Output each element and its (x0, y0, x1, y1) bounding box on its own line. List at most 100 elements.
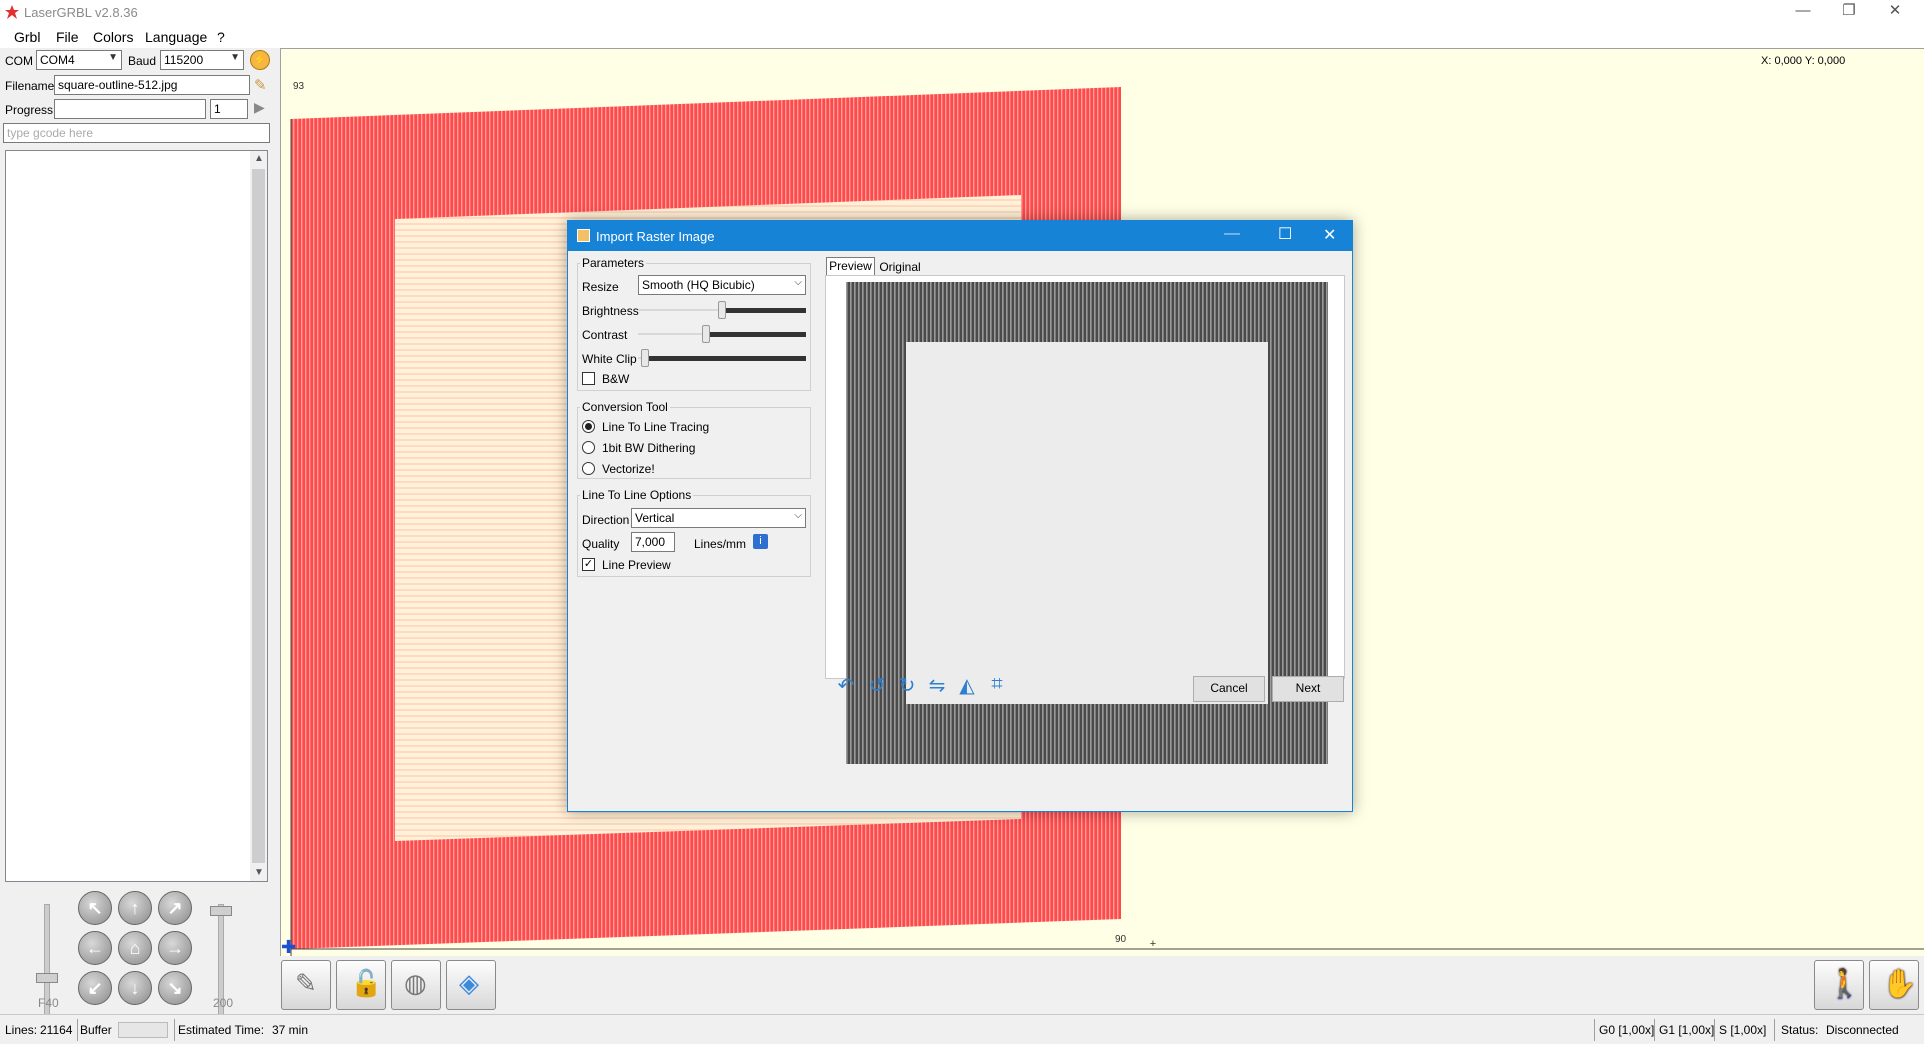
stop-hand-button[interactable]: ✋ (1869, 960, 1919, 1010)
dialog-maximize-button[interactable]: ☐ (1278, 224, 1292, 244)
chevron-down-icon: ⌵ (794, 277, 802, 288)
light-center (906, 342, 1268, 704)
menu-file[interactable]: File (56, 29, 79, 45)
whiteclip-label: White Clip (582, 352, 637, 366)
chevron-down-icon: ▼ (230, 52, 240, 63)
g0-override[interactable]: G0 [1,00x] (1599, 1023, 1654, 1037)
menu-help[interactable]: ? (217, 29, 225, 45)
bottom-toolbar: ✎ 🔓 ◍ ◈ 🚶 ✋ (280, 956, 1924, 1014)
cancel-button[interactable]: Cancel (1193, 676, 1265, 702)
baud-label: Baud (128, 54, 157, 68)
tab-original[interactable]: Original (877, 259, 923, 275)
chevron-down-icon: ⌵ (794, 510, 802, 521)
dialog-close-button[interactable]: ✕ (1323, 225, 1336, 245)
whiteclip-slider[interactable] (638, 348, 806, 368)
jog-nw-button[interactable]: ↖ (78, 891, 112, 925)
jog-sw-button[interactable]: ↙ (78, 971, 112, 1005)
walk-icon: 🚶 (1827, 968, 1862, 999)
bw-checkbox[interactable] (582, 372, 595, 385)
menu-grbl[interactable]: Grbl (14, 29, 40, 45)
rotate-cw-icon[interactable]: ↻ (894, 673, 920, 699)
com-port-select[interactable]: COM4 ▼ (36, 50, 122, 70)
left-panel: COM COM4 ▼ Baud 115200 ▼ ⚡ Filename square… (0, 48, 276, 1034)
jog-se-button[interactable]: ↘ (158, 971, 192, 1005)
globe-button[interactable]: ◍ (391, 960, 441, 1010)
scroll-up-icon[interactable]: ▲ (254, 153, 264, 164)
walk-button[interactable]: 🚶 (1814, 960, 1864, 1010)
laser-app-icon (5, 5, 19, 19)
unlock-button[interactable]: 🔓 (336, 960, 386, 1010)
play-icon[interactable]: ▶ (254, 99, 265, 116)
g1-override[interactable]: G1 [1,00x] (1659, 1023, 1714, 1037)
center-button[interactable]: ◈ (446, 960, 496, 1010)
loop-count-stepper[interactable]: 1 (210, 99, 248, 119)
menu-language[interactable]: Language (145, 29, 207, 45)
target-icon: ◈ (459, 968, 479, 998)
tab-preview[interactable]: Preview (826, 257, 875, 275)
laser-pen-button[interactable]: ✎ (281, 960, 331, 1010)
status-separator (174, 1019, 175, 1041)
speed-slider-thumb[interactable] (36, 973, 58, 983)
gcode-input[interactable]: type gcode here (3, 123, 270, 143)
contrast-slider[interactable] (638, 324, 806, 344)
globe-icon: ◍ (404, 968, 427, 998)
line-preview-label: Line Preview (602, 558, 671, 572)
status-separator (77, 1019, 78, 1041)
restore-button[interactable]: ❐ (1826, 0, 1872, 26)
status-separator (1654, 1019, 1655, 1041)
radio-line-to-line[interactable] (582, 420, 595, 433)
progress-bar (54, 99, 206, 119)
jog-n-button[interactable]: ↑ (118, 891, 152, 925)
quality-value: 7,000 (635, 535, 666, 549)
menu-colors[interactable]: Colors (93, 29, 133, 45)
coords-readout: X: 0,000 Y: 0,000 (1761, 55, 1846, 67)
baud-rate-select[interactable]: 115200 ▼ (160, 50, 244, 70)
jog-ne-button[interactable]: ↗ (158, 891, 192, 925)
filename-label: Filename (5, 79, 55, 93)
quality-label: Quality (582, 537, 620, 551)
filename-field[interactable]: square-outline-512.jpg (54, 75, 250, 95)
log-scrollbar[interactable]: ▲ ▼ (250, 151, 267, 881)
progress-label: Progress (5, 103, 54, 117)
crop-icon[interactable]: ⌗ (984, 673, 1010, 699)
flip-horizontal-icon[interactable]: ⇋ (924, 673, 950, 699)
home-button[interactable]: ⌂ (118, 931, 152, 965)
info-icon[interactable]: i (753, 534, 768, 549)
dialog-minimize-icon: — (1224, 225, 1240, 242)
scroll-thumb[interactable] (252, 169, 265, 863)
origin-cross-icon: ✚ (281, 937, 297, 957)
next-button[interactable]: Next (1272, 676, 1344, 702)
line-options-label: Line To Line Options (580, 488, 694, 502)
close-button[interactable]: ✕ (1872, 0, 1918, 26)
buffer-label: Buffer (80, 1023, 112, 1037)
line-preview-checkbox[interactable]: ✓ (582, 558, 595, 571)
pencil-icon[interactable]: ✎ (254, 76, 267, 94)
direction-select[interactable]: Vertical ⌵ (631, 508, 806, 528)
brightness-slider[interactable] (638, 300, 806, 320)
image-icon (577, 229, 590, 242)
connect-icon[interactable]: ⚡ (250, 50, 270, 70)
feed-label: F40 (38, 996, 59, 1010)
option-vectorize: Vectorize! (602, 462, 655, 476)
radio-vectorize[interactable] (582, 462, 595, 475)
preview-panel (825, 275, 1345, 764)
resize-select[interactable]: Smooth (HQ Bicubic) ⌵ (638, 275, 806, 295)
s-override[interactable]: S [1,00x] (1719, 1023, 1766, 1037)
status-separator (1774, 1019, 1775, 1041)
x-axis-tick: 90 (1115, 934, 1127, 945)
line-options-group: Line To Line Options Direction Vertical ⌵… (577, 488, 811, 577)
rotate-reset-icon[interactable]: ↶ (833, 673, 859, 699)
scroll-down-icon[interactable]: ▼ (254, 867, 264, 878)
title-bar: LaserGRBL v2.8.36 — ❐ ✕ (0, 0, 1924, 26)
rotate-ccw-icon[interactable]: ↺ (864, 673, 890, 699)
log-list[interactable]: ▲ ▼ (5, 150, 268, 882)
flip-vertical-icon[interactable]: ◭ (954, 673, 980, 699)
status-label: Status: (1781, 1023, 1819, 1037)
jog-w-button[interactable]: ← (78, 931, 112, 965)
jog-e-button[interactable]: → (158, 931, 192, 965)
quality-stepper[interactable]: 7,000 (631, 532, 675, 552)
minimize-button[interactable]: — (1780, 0, 1826, 26)
step-slider-thumb[interactable] (210, 906, 232, 916)
radio-dithering[interactable] (582, 441, 595, 454)
jog-s-button[interactable]: ↓ (118, 971, 152, 1005)
